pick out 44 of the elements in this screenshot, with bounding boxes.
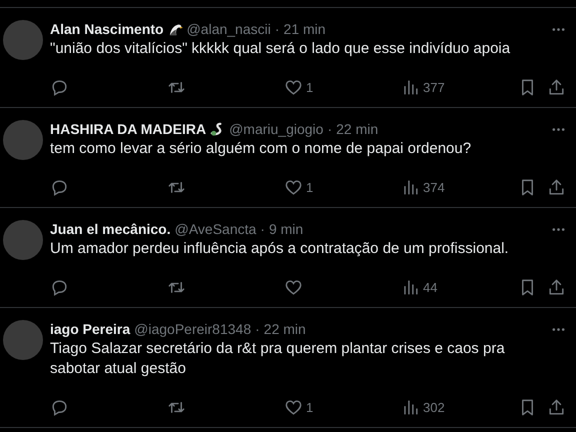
reply-icon[interactable]: [50, 178, 69, 196]
reply-icon[interactable]: [50, 278, 69, 296]
like-count: 1: [306, 180, 314, 194]
separator-dot: ·: [260, 220, 265, 238]
post-time[interactable]: 22 min: [264, 320, 306, 338]
separator-dot: ·: [327, 120, 332, 138]
user-name[interactable]: iago Pereira: [50, 320, 130, 338]
share-icon[interactable]: [547, 278, 566, 296]
user-handle[interactable]: @mariu_giogio: [229, 120, 324, 138]
share-icon[interactable]: [547, 178, 566, 196]
user-name[interactable]: HASHIRA DA MADEIRA: [50, 120, 206, 138]
view-count: 377: [423, 80, 445, 94]
post-time[interactable]: 22 min: [336, 120, 378, 138]
like-count: 1: [306, 80, 314, 94]
user-name[interactable]: Juan el mecânico.: [50, 220, 171, 238]
user-handle[interactable]: @alan_nascii: [186, 20, 271, 38]
view-count: 302: [423, 400, 445, 414]
view-count: 374: [423, 180, 445, 194]
post-text: tem como levar a sério alguém com o nome de papai ordenou?: [50, 139, 472, 159]
user-name[interactable]: Alan Nascimento: [50, 20, 164, 38]
share-icon[interactable]: [547, 78, 566, 96]
eagle-icon: [168, 22, 183, 36]
reply-icon[interactable]: [50, 78, 69, 96]
like-icon[interactable]: [284, 398, 303, 416]
views-icon[interactable]: [401, 178, 420, 196]
user-handle[interactable]: @iagoPereir81348: [134, 320, 252, 338]
like-icon[interactable]: [284, 178, 303, 196]
separator-dot: ·: [274, 20, 280, 38]
post-time[interactable]: 9 min: [268, 220, 304, 238]
like-icon[interactable]: [284, 78, 303, 96]
post-text: Um amador perdeu influência após a contratação de um profissional.: [50, 239, 510, 259]
views-icon[interactable]: [401, 398, 420, 416]
reply-icon[interactable]: [50, 398, 69, 416]
post-text: "união dos vitalícios" kkkkk qual será o lado que esse indivíduo apoia: [50, 39, 512, 59]
views-icon[interactable]: [401, 78, 420, 96]
separator-dot: ·: [255, 320, 260, 338]
post-time[interactable]: 21 min: [284, 20, 326, 38]
share-icon[interactable]: [547, 398, 566, 416]
post-text: Tiago Salazar secretário da r&t pra querem plantar crises e caos pra sabotar atual gestão: [50, 339, 506, 379]
like-count: 1: [306, 400, 314, 414]
like-icon[interactable]: [284, 278, 303, 296]
user-handle[interactable]: @AveSancta: [174, 220, 256, 238]
views-icon[interactable]: [401, 278, 420, 296]
view-count: 44: [423, 280, 438, 294]
